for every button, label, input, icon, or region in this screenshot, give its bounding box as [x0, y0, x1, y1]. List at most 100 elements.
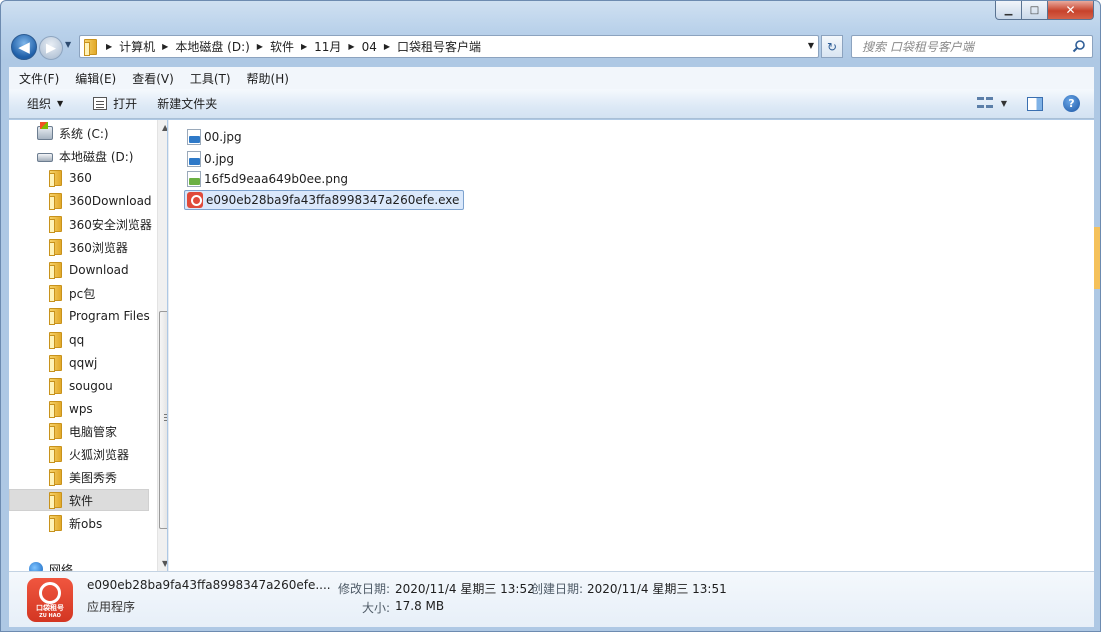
breadcrumb-separator-icon[interactable]: ▶ — [377, 42, 397, 51]
scroll-down-icon[interactable]: ▼ — [162, 559, 167, 568]
details-pane: 口袋租号 ZU HAO e090eb28ba9fa43ffa8998347a26… — [9, 571, 1094, 627]
back-button[interactable]: ◀ — [11, 34, 37, 60]
folder-icon — [49, 193, 62, 210]
change-view-icon[interactable] — [976, 96, 993, 111]
breadcrumb-drive-d[interactable]: 本地磁盘 (D:) — [175, 38, 249, 55]
tree-item-label: 360安全浏览器 — [69, 217, 152, 232]
organize-label: 组织 — [27, 97, 52, 111]
tree-item-folder[interactable]: 电脑管家 — [49, 420, 167, 442]
breadcrumb-november[interactable]: 11月 — [314, 38, 341, 55]
folder-icon — [84, 38, 97, 56]
tree-item-drive-d[interactable]: 本地磁盘 (D:) — [37, 145, 167, 167]
tree-item-folder[interactable]: 360安全浏览器 — [49, 213, 167, 235]
logo-subtext: ZU HAO — [39, 613, 61, 619]
minimize-button[interactable]: ▁ — [995, 1, 1022, 20]
tree-item-folder[interactable]: wps — [49, 398, 167, 420]
recent-pages-dropdown-icon[interactable]: ▼ — [65, 40, 71, 49]
tree-item-folder[interactable]: pc包 — [49, 282, 167, 304]
size-label: 大小: — [362, 601, 391, 615]
tree-item-folder[interactable]: 360浏览器 — [49, 236, 167, 258]
details-file-name: e090eb28ba9fa43ffa8998347a260efe.... — [87, 578, 331, 592]
tree-item-folder[interactable]: 火狐浏览器 — [49, 443, 167, 465]
scrollbar-thumb[interactable] — [159, 311, 167, 529]
tree-item-folder[interactable]: 新obs — [49, 512, 167, 534]
menu-edit[interactable]: 编辑(E) — [67, 70, 124, 87]
tree-item-label: 系统 (C:) — [59, 126, 109, 141]
refresh-icon: ↻ — [826, 39, 838, 54]
png-file-icon — [187, 171, 201, 187]
address-dropdown-icon[interactable]: ▼ — [808, 41, 814, 50]
file-list: 00.jpg 0.jpg 16f5d9eaa649b0ee.png e090eb… — [168, 120, 1094, 571]
tree-item-label: 网络 — [49, 562, 74, 572]
folder-icon — [49, 216, 62, 233]
tree-item-label: 新obs — [69, 516, 103, 531]
file-item[interactable]: 16f5d9eaa649b0ee.png — [185, 169, 352, 189]
partial-overlay-edge — [1094, 227, 1100, 289]
file-name: 00.jpg — [204, 130, 242, 144]
tree-item-label: 360浏览器 — [69, 240, 128, 255]
tree-item-folder[interactable]: Download — [49, 259, 167, 281]
tree-item-folder-selected[interactable]: 软件 — [9, 489, 149, 511]
tree-item-label: 本地磁盘 (D:) — [59, 149, 134, 164]
folder-icon — [49, 378, 62, 395]
tree-item-folder[interactable]: Program Files — [49, 305, 167, 327]
file-item-selected[interactable]: e090eb28ba9fa43ffa8998347a260efe.exe — [184, 190, 465, 210]
breadcrumb-separator-icon[interactable]: ▶ — [294, 42, 314, 51]
tree-item-label: 软件 — [69, 493, 94, 508]
new-folder-button[interactable]: 新建文件夹 — [147, 89, 227, 118]
organize-button[interactable]: 组织 ▼ — [9, 89, 73, 118]
file-name: 16f5d9eaa649b0ee.png — [204, 172, 349, 186]
forward-button[interactable]: ▶ — [39, 36, 63, 60]
preview-pane-icon[interactable] — [1027, 96, 1043, 111]
nav-pane-scrollbar[interactable]: ▲ ▼ — [157, 120, 167, 571]
command-toolbar: 组织 ▼ 打开 新建文件夹 ▼ ? — [9, 89, 1094, 119]
file-item[interactable]: 0.jpg — [185, 149, 238, 169]
menu-view[interactable]: 查看(V) — [124, 70, 182, 87]
maximize-button[interactable]: □ — [1022, 1, 1048, 20]
folder-icon — [49, 401, 62, 418]
folder-icon — [49, 285, 62, 302]
navigation-pane: 系统 (C:) 本地磁盘 (D:) 360 360Download 360安全浏… — [9, 120, 167, 571]
breadcrumb-separator-icon[interactable]: ▶ — [341, 42, 361, 51]
help-icon[interactable]: ? — [1063, 95, 1080, 112]
menu-bar: 文件(F) 编辑(E) 查看(V) 工具(T) 帮助(H) — [9, 67, 1094, 89]
app-logo-icon: 口袋租号 ZU HAO — [27, 578, 73, 622]
tree-item-label: qqwj — [69, 356, 98, 370]
tree-item-folder[interactable]: 360Download — [49, 190, 167, 212]
breadcrumb-separator-icon[interactable]: ▶ — [250, 42, 270, 51]
tree-item-folder[interactable]: 360 — [49, 167, 167, 189]
breadcrumb-current-folder[interactable]: 口袋租号客户端 — [397, 38, 481, 55]
new-folder-label: 新建文件夹 — [157, 97, 218, 111]
address-bar[interactable]: ▶ 计算机 ▶ 本地磁盘 (D:) ▶ 软件 ▶ 11月 ▶ 04 ▶ 口袋租号… — [79, 35, 819, 58]
view-options-dropdown-icon[interactable]: ▼ — [1001, 99, 1007, 108]
refresh-button[interactable]: ↻ — [821, 35, 843, 58]
scroll-up-icon[interactable]: ▲ — [162, 123, 167, 132]
created-date-value: 2020/11/4 星期三 13:51 — [587, 582, 727, 596]
breadcrumb-software[interactable]: 软件 — [270, 38, 294, 55]
file-item[interactable]: 00.jpg — [185, 127, 246, 147]
folder-icon — [49, 423, 62, 440]
breadcrumb-computer[interactable]: 计算机 — [119, 38, 155, 55]
open-button[interactable]: 打开 — [83, 89, 147, 118]
tree-item-label: Program Files — [69, 309, 150, 323]
close-button[interactable]: ✕ — [1048, 1, 1094, 20]
breadcrumb-separator-icon[interactable]: ▶ — [155, 42, 175, 51]
tree-item-folder[interactable]: 美图秀秀 — [49, 466, 167, 488]
tree-item-label: qq — [69, 333, 85, 347]
tree-item-label: 360Download — [69, 194, 152, 208]
tree-item-network[interactable]: 网络 — [29, 558, 167, 571]
tree-item-folder[interactable]: sougou — [49, 375, 167, 397]
search-input[interactable]: 搜索 口袋租号客户端 — [851, 35, 1093, 58]
menu-file[interactable]: 文件(F) — [11, 70, 67, 87]
folder-icon — [49, 239, 62, 256]
menu-help[interactable]: 帮助(H) — [239, 70, 297, 87]
search-icon[interactable] — [1072, 39, 1086, 53]
tree-item-label: 电脑管家 — [69, 424, 118, 439]
breadcrumb-separator-icon[interactable]: ▶ — [99, 42, 119, 51]
tree-item-label: sougou — [69, 379, 113, 393]
breadcrumb-04[interactable]: 04 — [362, 40, 377, 54]
menu-tools[interactable]: 工具(T) — [182, 70, 239, 87]
tree-item-folder[interactable]: qqwj — [49, 352, 167, 374]
tree-item-drive-c[interactable]: 系统 (C:) — [37, 122, 167, 144]
tree-item-folder[interactable]: qq — [49, 329, 167, 351]
